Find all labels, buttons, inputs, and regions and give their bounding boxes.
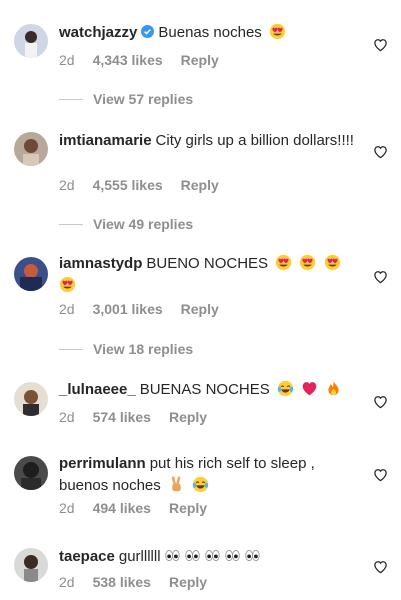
- victory-hand-emoji-icon: [171, 476, 181, 492]
- avatar[interactable]: [14, 257, 48, 291]
- replies-divider: [59, 99, 83, 100]
- red-heart-emoji-icon: [302, 382, 317, 396]
- eyes-emoji-icon: [204, 549, 220, 562]
- heart-eyes-emoji-icon: [269, 23, 286, 40]
- like-count[interactable]: 4,343 likes: [93, 52, 163, 68]
- comment-text: City girls up a billion dollars!!!!: [155, 132, 354, 149]
- comment-text: BUENO NOCHES: [146, 255, 269, 272]
- eyes-emoji-icon: [164, 549, 180, 562]
- comment-item: imtianamarie City girls up a billion doll…: [0, 120, 401, 245]
- heart-eyes-emoji-icon: [59, 276, 76, 293]
- fire-emoji-icon: [328, 380, 339, 396]
- comment-username[interactable]: imtianamarie: [59, 132, 152, 149]
- comment-item: _lulnaeee_ BUENAS NOCHES 2d 574 likes Reply: [0, 370, 401, 440]
- verified-badge-icon: [141, 25, 155, 38]
- comment-age: 2d: [59, 500, 75, 516]
- heart-eyes-emoji-icon: [324, 254, 340, 271]
- comment-text: Buenas noches: [158, 24, 262, 41]
- comment-age: 2d: [59, 52, 75, 68]
- heart-eyes-emoji-icon: [276, 254, 292, 271]
- heart-icon[interactable]: [373, 38, 388, 52]
- tears-of-joy-emoji-icon: [192, 476, 209, 493]
- reply-button[interactable]: Reply: [169, 409, 207, 425]
- like-count[interactable]: 3,001 likes: [93, 301, 163, 317]
- avatar[interactable]: [14, 132, 48, 166]
- comment-age: 2d: [59, 301, 75, 317]
- reply-button[interactable]: Reply: [181, 301, 219, 317]
- reply-button[interactable]: Reply: [169, 500, 207, 516]
- comment-text: gurllllll: [118, 548, 161, 565]
- eyes-emoji-icon: [224, 549, 240, 562]
- heart-icon[interactable]: [373, 395, 388, 409]
- avatar[interactable]: [14, 382, 48, 416]
- comment-item: iamnastydp BUENO NOCHES 2d 3,001 likes Repl…: [0, 245, 401, 370]
- reply-button[interactable]: Reply: [169, 574, 207, 590]
- like-count[interactable]: 494 likes: [93, 500, 151, 516]
- avatar[interactable]: [14, 456, 48, 490]
- heart-eyes-emoji-icon: [300, 254, 316, 271]
- comment-age: 2d: [59, 177, 75, 193]
- replies-divider: [59, 224, 83, 225]
- heart-icon[interactable]: [373, 468, 388, 482]
- replies-divider: [59, 349, 83, 350]
- eyes-emoji-icon: [244, 549, 260, 562]
- comment-item: watchjazzy Buenas noches 2d 4,343 likes Rep…: [0, 0, 401, 120]
- view-replies-button[interactable]: View 18 replies: [93, 341, 193, 357]
- comment-item: taepace gurllllll 2d 538 likes Reply: [0, 535, 401, 600]
- comment-username[interactable]: perrimulann: [59, 455, 146, 472]
- heart-icon[interactable]: [373, 145, 388, 159]
- view-replies-button[interactable]: View 57 replies: [93, 91, 193, 107]
- reply-button[interactable]: Reply: [181, 52, 219, 68]
- heart-icon[interactable]: [373, 270, 388, 284]
- tears-of-joy-emoji-icon: [277, 380, 294, 397]
- like-count[interactable]: 4,555 likes: [93, 177, 163, 193]
- like-count[interactable]: 538 likes: [93, 574, 151, 590]
- comment-username[interactable]: iamnastydp: [59, 255, 142, 272]
- avatar[interactable]: [14, 548, 48, 582]
- comment-username[interactable]: watchjazzy: [59, 24, 137, 41]
- comment-username[interactable]: _lulnaeee_: [59, 381, 136, 398]
- comment-text: BUENAS NOCHES: [139, 381, 270, 398]
- comment-age: 2d: [59, 409, 75, 425]
- avatar[interactable]: [14, 24, 48, 58]
- comment-username[interactable]: taepace: [59, 548, 115, 565]
- heart-icon[interactable]: [373, 560, 388, 574]
- view-replies-button[interactable]: View 49 replies: [93, 216, 193, 232]
- reply-button[interactable]: Reply: [181, 177, 219, 193]
- eyes-emoji-icon: [184, 549, 200, 562]
- comment-age: 2d: [59, 574, 75, 590]
- like-count[interactable]: 574 likes: [93, 409, 151, 425]
- comment-item: perrimulann put his rich self to sleep , …: [0, 440, 401, 535]
